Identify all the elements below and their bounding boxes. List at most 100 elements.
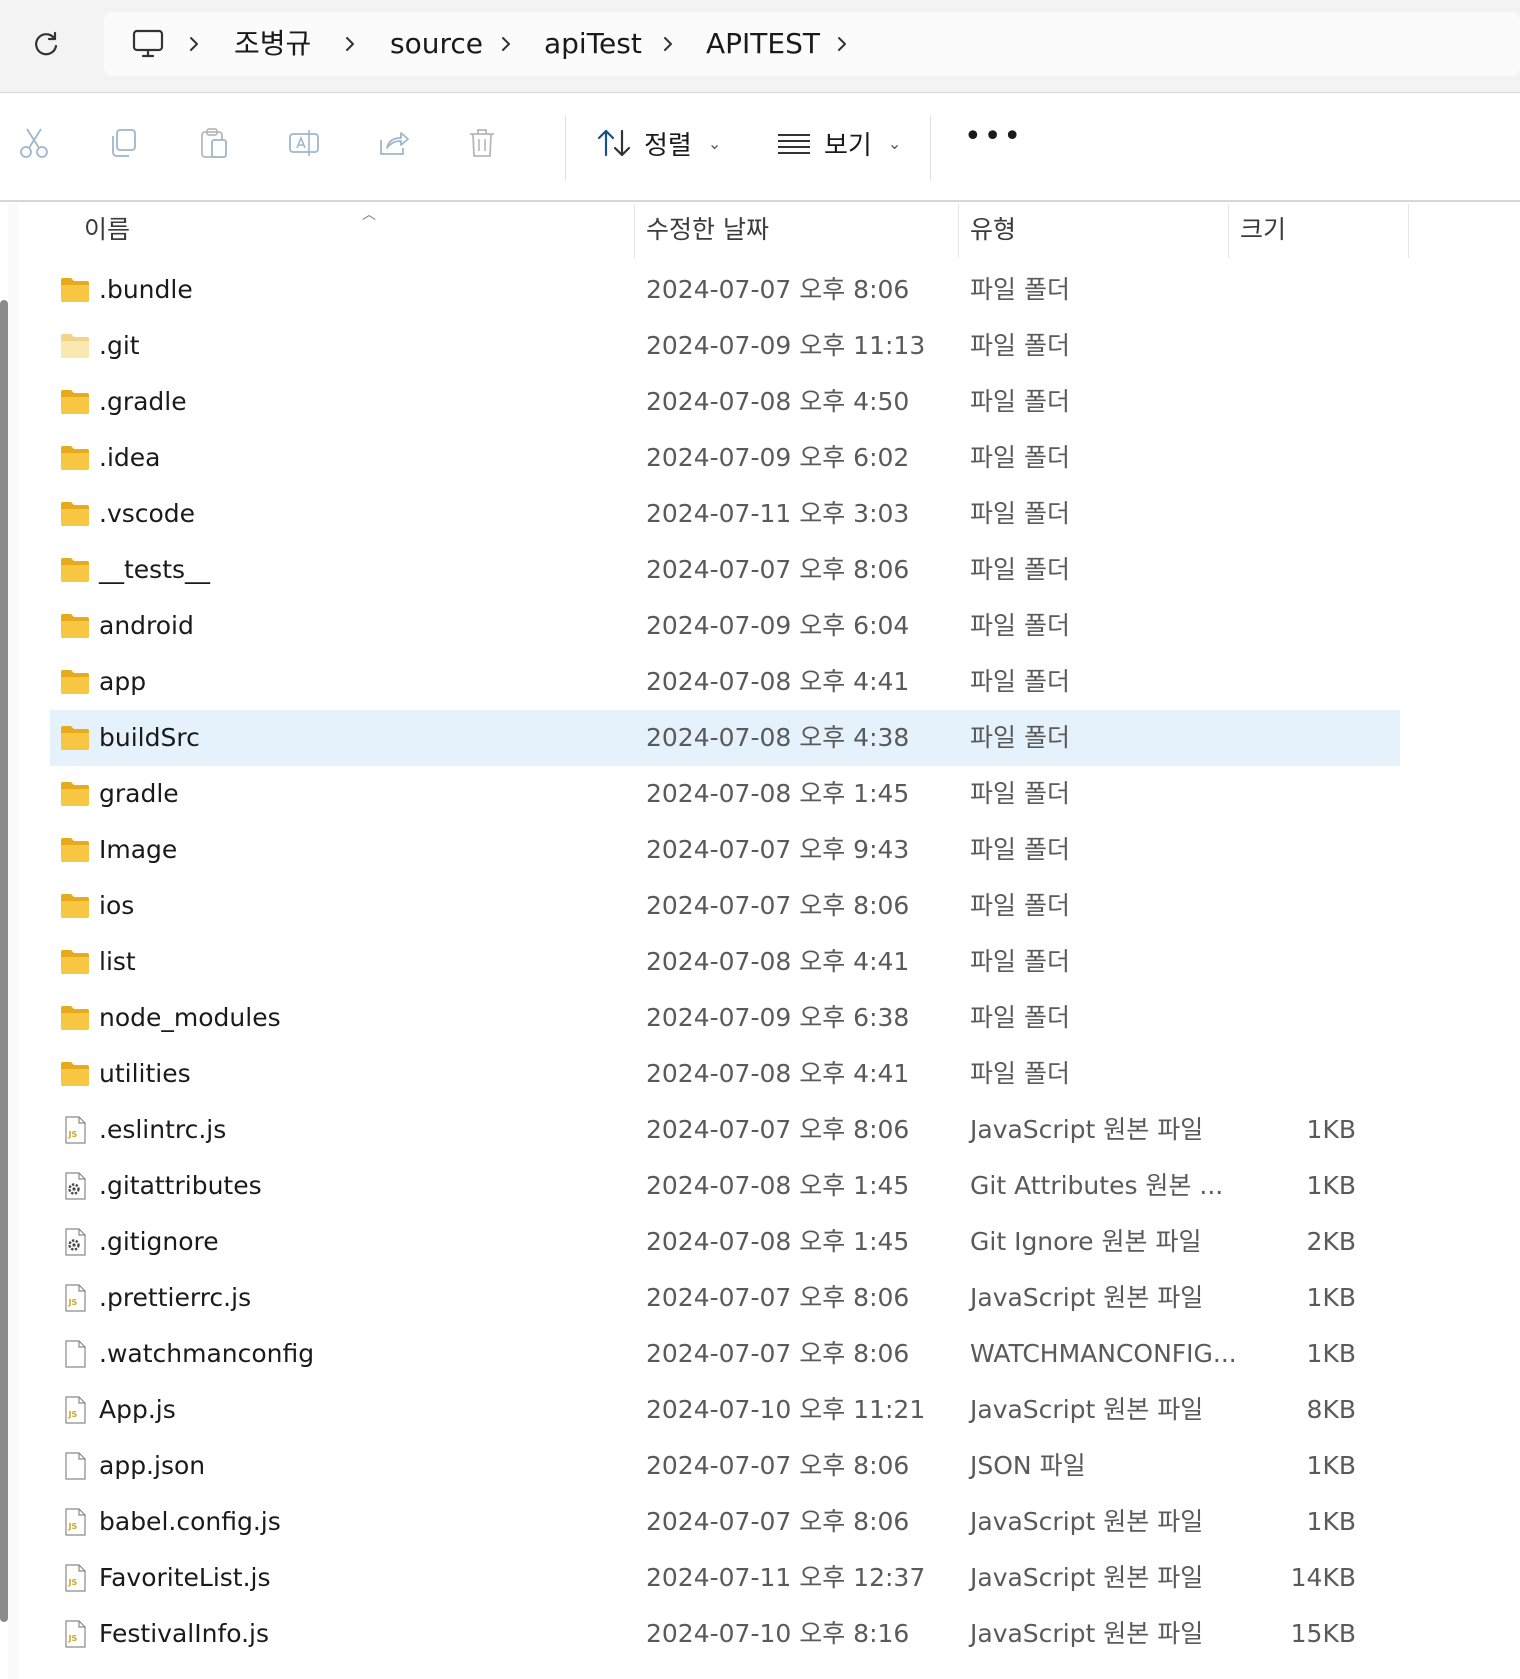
file-row[interactable]: JS FestivalInfo.js 2024-07-10 오후 8:16 JavaS…	[50, 1606, 1400, 1662]
copy-button[interactable]	[104, 123, 144, 163]
file-row[interactable]: JS App.js 2024-07-10 오후 11:21 JavaScript 원본…	[50, 1382, 1400, 1438]
folder-hidden-icon	[60, 332, 90, 360]
file-row[interactable]: gradle 2024-07-08 오후 1:45 파일 폴더	[50, 766, 1400, 822]
column-header-name[interactable]: 이름	[84, 204, 130, 258]
file-modified-date: 2024-07-07 오후 8:06	[646, 891, 910, 920]
this-pc-icon[interactable]	[130, 26, 166, 62]
file-type: 파일 폴더	[970, 1003, 1070, 1032]
file-modified-date: 2024-07-09 오후 6:38	[646, 1003, 910, 1032]
file-type: 파일 폴더	[970, 555, 1070, 584]
column-header-modified[interactable]: 수정한 날짜	[646, 204, 769, 258]
file-row[interactable]: JS babel.config.js 2024-07-07 오후 8:06 JavaS…	[50, 1494, 1400, 1550]
file-row[interactable]: android 2024-07-09 오후 6:04 파일 폴더	[50, 598, 1400, 654]
js-file-icon: JS	[60, 1284, 90, 1312]
file-row[interactable]: JS .eslintrc.js 2024-07-07 오후 8:06 JavaScri…	[50, 1102, 1400, 1158]
sort-arrows-icon	[597, 129, 631, 157]
chevron-right-icon[interactable]	[180, 30, 208, 58]
file-name: android	[99, 611, 194, 640]
svg-text:JS: JS	[68, 1130, 78, 1139]
file-type: 파일 폴더	[970, 275, 1070, 304]
folder-icon	[60, 500, 90, 528]
file-name: gradle	[99, 779, 179, 808]
file-modified-date: 2024-07-09 오후 6:02	[646, 443, 910, 472]
file-row[interactable]: .git 2024-07-09 오후 11:13 파일 폴더	[50, 318, 1400, 374]
file-row[interactable]: .vscode 2024-07-11 오후 3:03 파일 폴더	[50, 486, 1400, 542]
breadcrumb-item-source[interactable]: source	[390, 12, 483, 76]
folder-icon	[60, 780, 90, 808]
file-row[interactable]: node_modules 2024-07-09 오후 6:38 파일 폴더	[50, 990, 1400, 1046]
breadcrumb-item-current[interactable]: APITEST	[706, 12, 820, 76]
more-options-button[interactable]: •••	[964, 122, 1021, 157]
chevron-right-icon[interactable]	[336, 30, 364, 58]
file-size: 1KB	[1306, 1339, 1356, 1368]
file-row[interactable]: .gradle 2024-07-08 오후 4:50 파일 폴더	[50, 374, 1400, 430]
file-modified-date: 2024-07-08 오후 4:41	[646, 667, 910, 696]
file-modified-date: 2024-07-10 오후 11:21	[646, 1395, 926, 1424]
refresh-button[interactable]	[26, 24, 66, 64]
file-row[interactable]: app 2024-07-08 오후 4:41 파일 폴더	[50, 654, 1400, 710]
view-button[interactable]: 보기 ⌄	[776, 121, 901, 165]
file-type: JavaScript 원본 파일	[970, 1395, 1204, 1424]
share-icon	[380, 132, 409, 155]
navigation-pane-scrollbar[interactable]	[0, 300, 8, 1622]
folder-icon	[60, 668, 90, 696]
js-file-icon: JS	[60, 1564, 90, 1592]
chevron-right-icon[interactable]	[828, 30, 856, 58]
chevron-down-icon: ⌄	[707, 133, 722, 153]
column-divider[interactable]	[1228, 204, 1229, 258]
file-row[interactable]: app.json 2024-07-07 오후 8:06 JSON 파일 1KB	[50, 1438, 1400, 1494]
file-row[interactable]: .gitattributes 2024-07-08 오후 1:45 Git Attr…	[50, 1158, 1400, 1214]
breadcrumb-item-user[interactable]: 조병규	[234, 12, 311, 76]
file-row[interactable]: list 2024-07-08 오후 4:41 파일 폴더	[50, 934, 1400, 990]
file-row[interactable]: ios 2024-07-07 오후 8:06 파일 폴더	[50, 878, 1400, 934]
chevron-right-icon[interactable]	[654, 30, 682, 58]
column-divider[interactable]	[958, 204, 959, 258]
file-modified-date: 2024-07-08 오후 1:45	[646, 1171, 910, 1200]
file-row[interactable]: __tests__ 2024-07-07 오후 8:06 파일 폴더	[50, 542, 1400, 598]
file-modified-date: 2024-07-07 오후 8:06	[646, 555, 910, 584]
file-row[interactable]: JS .prettierrc.js 2024-07-07 오후 8:06 JavaSc…	[50, 1270, 1400, 1326]
file-row[interactable]: .idea 2024-07-09 오후 6:02 파일 폴더	[50, 430, 1400, 486]
file-row[interactable]: .watchmanconfig 2024-07-07 오후 8:06 WATCHMA…	[50, 1326, 1400, 1382]
file-modified-date: 2024-07-07 오후 8:06	[646, 1115, 910, 1144]
file-name: buildSrc	[99, 723, 200, 752]
sort-label: 정렬	[644, 130, 692, 161]
column-divider[interactable]	[634, 204, 635, 258]
address-bar-row: 조병규 source apiTest APITEST	[0, 0, 1520, 92]
rename-button[interactable]	[284, 123, 324, 163]
blank-file-icon	[60, 1452, 90, 1480]
cut-button[interactable]	[14, 123, 54, 163]
breadcrumb-item-apitest[interactable]: apiTest	[544, 12, 642, 76]
column-header-size[interactable]: 크기	[1240, 204, 1286, 258]
sort-button[interactable]: 정렬 ⌄	[596, 121, 721, 165]
file-type: JSON 파일	[970, 1451, 1086, 1480]
file-row[interactable]: .gitignore 2024-07-08 오후 1:45 Git Ignore 원…	[50, 1214, 1400, 1270]
column-header-row: ︿ 이름 수정한 날짜 유형 크기	[18, 204, 1418, 258]
config-file-icon	[60, 1228, 90, 1256]
file-name: app	[99, 667, 147, 696]
file-row[interactable]: buildSrc 2024-07-08 오후 4:38 파일 폴더	[50, 710, 1400, 766]
file-row[interactable]: .bundle 2024-07-07 오후 8:06 파일 폴더	[50, 262, 1400, 318]
paste-button[interactable]	[194, 123, 234, 163]
share-button[interactable]	[374, 123, 414, 163]
file-row[interactable]: Image 2024-07-07 오후 9:43 파일 폴더	[50, 822, 1400, 878]
file-type: WATCHMANCONFIG...	[970, 1339, 1237, 1368]
file-row[interactable]: JS FavoriteList.js 2024-07-11 오후 12:37 Java…	[50, 1550, 1400, 1606]
file-modified-date: 2024-07-10 오후 8:16	[646, 1619, 910, 1648]
column-divider[interactable]	[1408, 204, 1409, 258]
file-type: 파일 폴더	[970, 499, 1070, 528]
file-name: FavoriteList.js	[99, 1563, 271, 1592]
address-box[interactable]: 조병규 source apiTest APITEST	[104, 12, 1520, 76]
file-size: 14KB	[1290, 1563, 1356, 1592]
file-row[interactable]: utilities 2024-07-08 오후 4:41 파일 폴더	[50, 1046, 1400, 1102]
file-modified-date: 2024-07-08 오후 4:38	[646, 723, 910, 752]
rename-icon	[289, 130, 319, 156]
folder-icon	[60, 276, 90, 304]
file-type: 파일 폴더	[970, 667, 1070, 696]
chevron-right-icon[interactable]	[492, 30, 520, 58]
file-name: .gradle	[99, 387, 187, 416]
column-header-type[interactable]: 유형	[970, 204, 1016, 258]
file-name: .vscode	[99, 499, 196, 528]
file-modified-date: 2024-07-11 오후 3:03	[646, 499, 910, 528]
delete-button[interactable]	[462, 123, 502, 163]
